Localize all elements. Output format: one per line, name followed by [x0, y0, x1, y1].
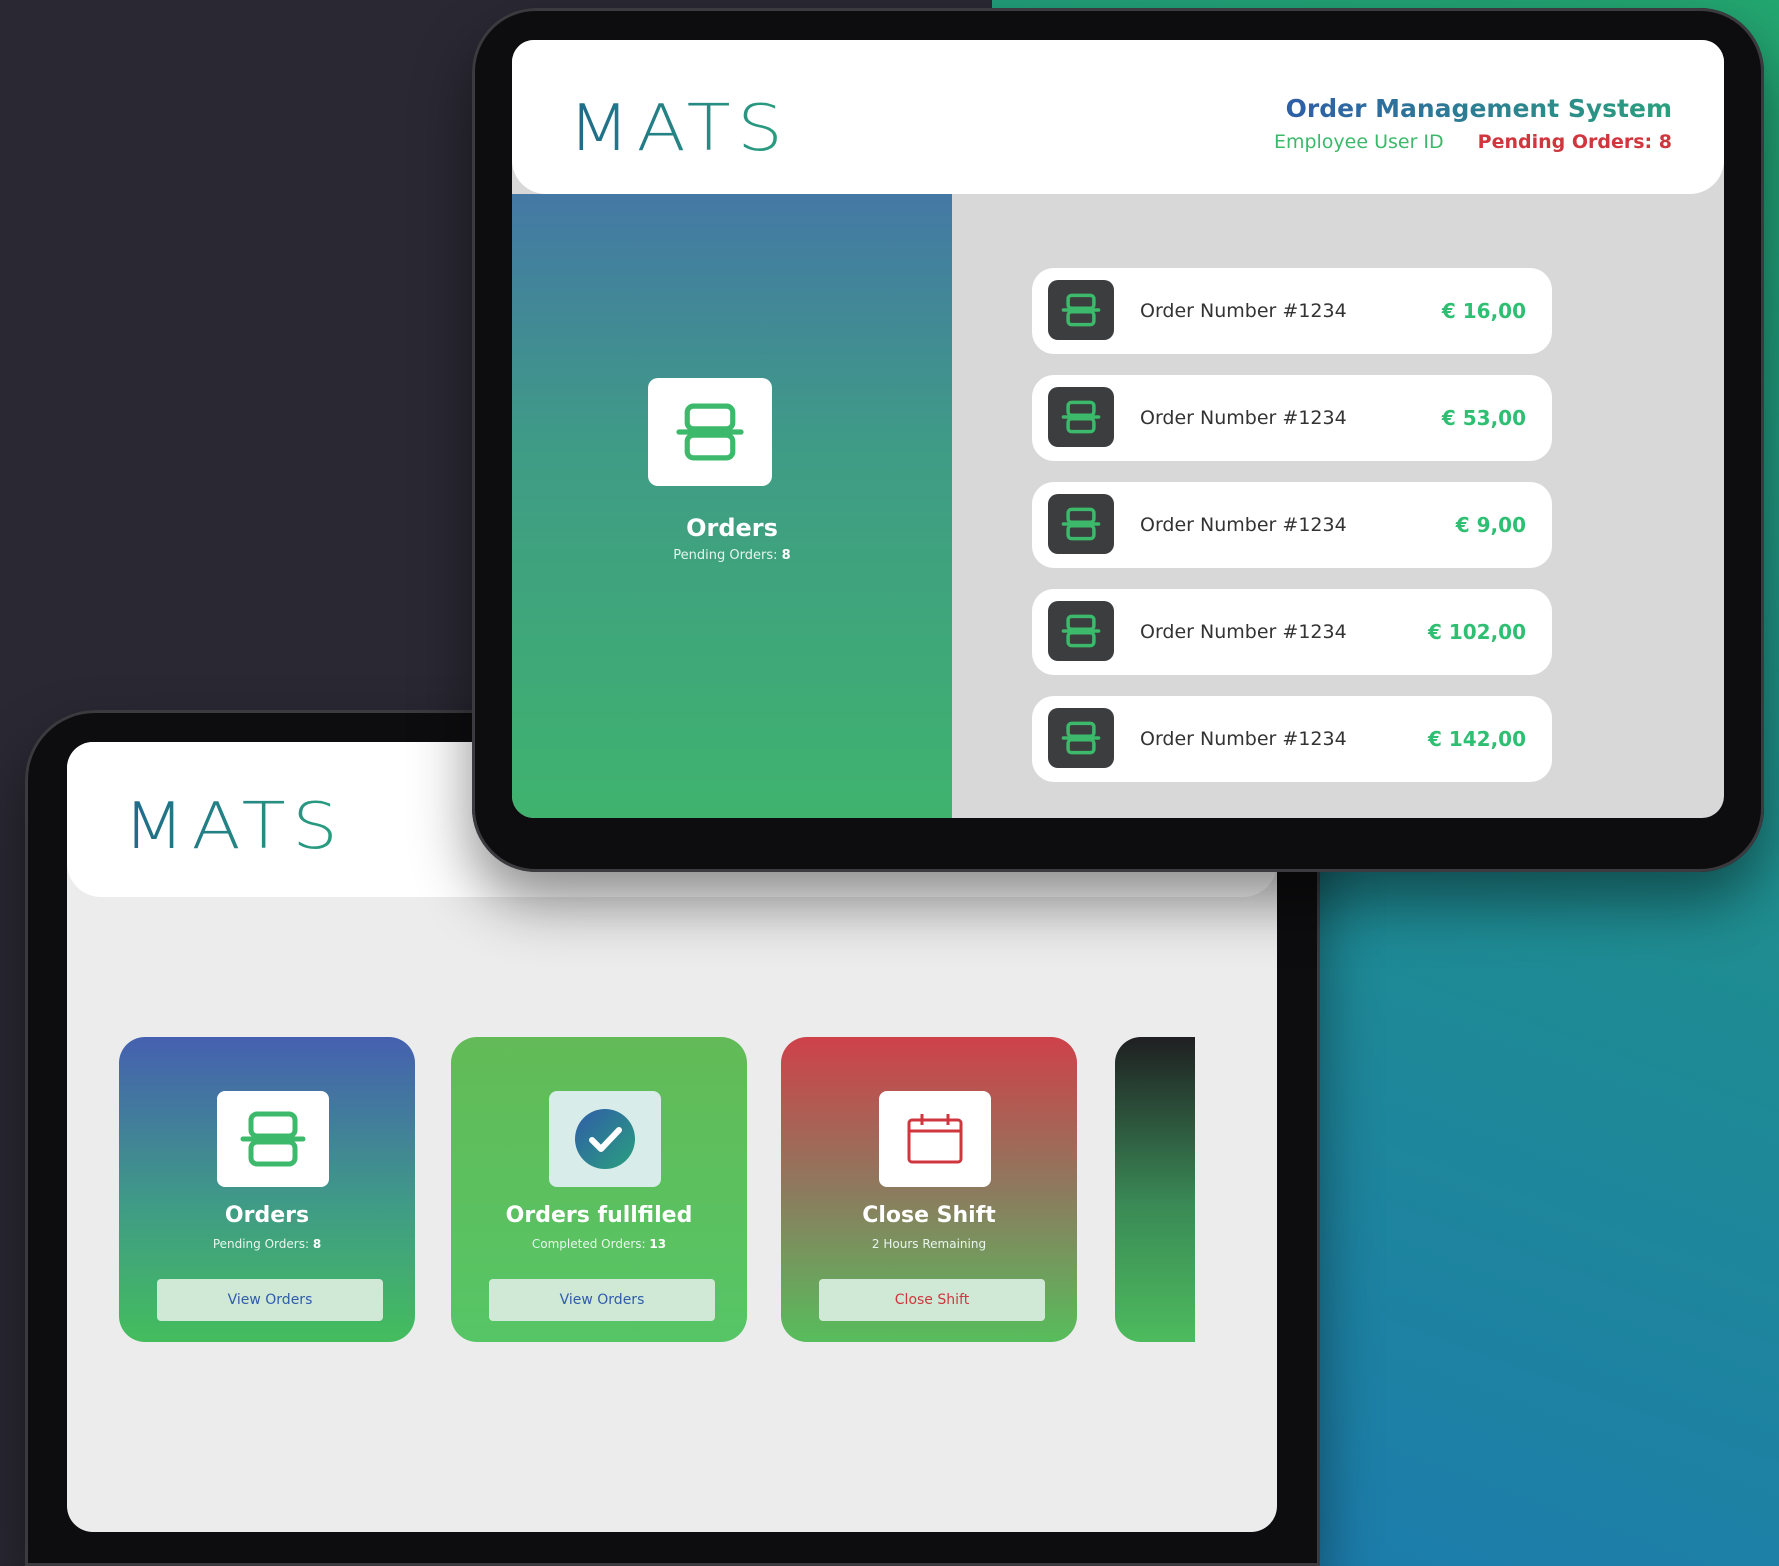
card-title: Close Shift — [862, 1203, 996, 1228]
employee-id-label[interactable]: Employee User ID — [1274, 131, 1444, 153]
card-subtitle: Completed Orders: 13 — [531, 1237, 667, 1251]
box-icon — [1048, 601, 1114, 661]
header-info: Order Management System Employee User ID… — [1274, 94, 1672, 153]
orders-screen: MATS Order Management System Employee Us… — [512, 40, 1724, 818]
order-price: € 142,00 — [1427, 727, 1526, 751]
order-number: Order Number #1234 — [1140, 728, 1347, 750]
partial-card[interactable] — [1115, 1037, 1195, 1342]
card-subtitle: 2 Hours Remaining — [871, 1237, 987, 1251]
orders-panel: Orders Pending Orders: 8 — [512, 194, 952, 818]
order-row[interactable]: Order Number #1234 € 9,00 — [1032, 482, 1552, 568]
app-logo: MATS — [568, 92, 790, 166]
order-row[interactable]: Order Number #1234 € 102,00 — [1032, 589, 1552, 675]
orders-card[interactable]: Orders Pending Orders: 8 View Orders — [119, 1037, 415, 1342]
app-logo: MATS — [123, 790, 345, 864]
header-status: Employee User ID Pending Orders: 8 — [1274, 131, 1672, 153]
box-icon — [1048, 280, 1114, 340]
calendar-icon — [879, 1091, 991, 1187]
close-shift-button[interactable]: Close Shift — [819, 1279, 1045, 1321]
box-icon — [1048, 708, 1114, 768]
order-price: € 53,00 — [1441, 406, 1526, 430]
orders-fulfilled-card[interactable]: Orders fullfiled Completed Orders: 13 Vi… — [451, 1037, 747, 1342]
check-circle-icon — [549, 1091, 661, 1187]
tablet-orders: MATS Order Management System Employee Us… — [472, 8, 1764, 872]
order-price: € 102,00 — [1427, 620, 1526, 644]
box-icon — [1048, 387, 1114, 447]
order-row[interactable]: Order Number #1234 € 142,00 — [1032, 696, 1552, 782]
box-icon — [1048, 494, 1114, 554]
order-number: Order Number #1234 — [1140, 407, 1347, 429]
panel-title: Orders — [686, 514, 778, 542]
order-row[interactable]: Order Number #1234 € 53,00 — [1032, 375, 1552, 461]
order-number: Order Number #1234 — [1140, 300, 1347, 322]
panel-subtitle: Pending Orders: 8 — [673, 548, 791, 563]
close-shift-card[interactable]: Close Shift 2 Hours Remaining Close Shif… — [781, 1037, 1077, 1342]
orders-header: MATS Order Management System Employee Us… — [512, 40, 1724, 194]
order-number: Order Number #1234 — [1140, 621, 1347, 643]
box-icon — [648, 378, 772, 486]
view-orders-button[interactable]: View Orders — [157, 1279, 383, 1321]
pending-orders-header: Pending Orders: 8 — [1477, 131, 1672, 153]
order-number: Order Number #1234 — [1140, 514, 1347, 536]
card-subtitle: Pending Orders: 8 — [212, 1237, 322, 1251]
card-title: Orders — [224, 1203, 310, 1228]
view-fulfilled-orders-button[interactable]: View Orders — [489, 1279, 715, 1321]
system-title: Order Management System — [1274, 94, 1672, 123]
order-row[interactable]: Order Number #1234 € 16,00 — [1032, 268, 1552, 354]
order-price: € 9,00 — [1455, 513, 1526, 537]
order-price: € 16,00 — [1441, 299, 1526, 323]
card-title: Orders fullfiled — [505, 1203, 693, 1228]
box-icon — [217, 1091, 329, 1187]
